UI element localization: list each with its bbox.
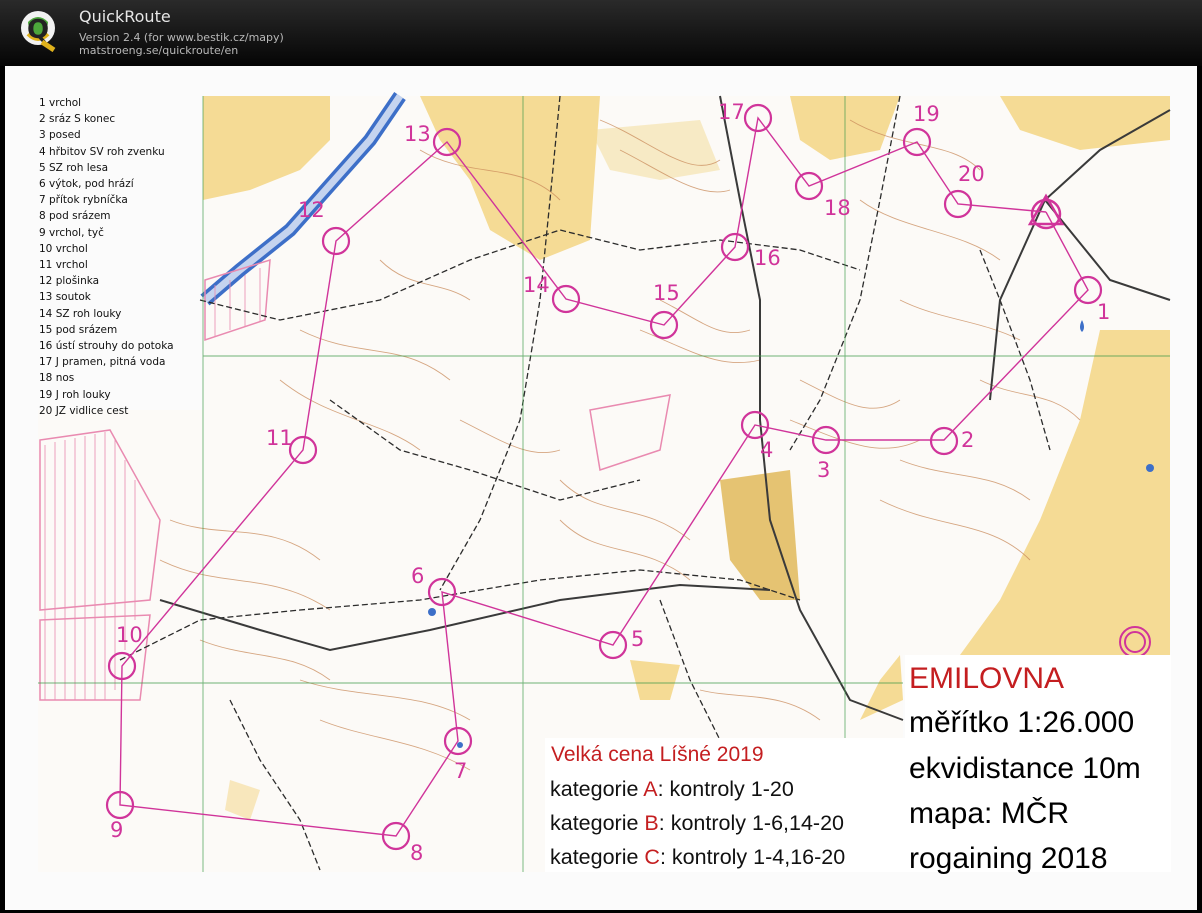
control-label-6: 6	[411, 564, 425, 588]
control-label-18: 18	[824, 196, 851, 220]
legend-item: 14 SZ roh louky	[39, 307, 122, 320]
legend-item: 10 vrchol	[39, 242, 88, 255]
legend-item: 3 posed	[39, 129, 81, 142]
control-label-16: 16	[754, 246, 781, 270]
control-label-17: 17	[718, 100, 745, 124]
control-label-9: 9	[110, 818, 124, 842]
legend-item: 17 J pramen, pitná voda	[39, 356, 166, 369]
legend-item: 13 soutok	[39, 291, 91, 304]
legend-item: 20 JZ vidlice cest	[39, 404, 129, 417]
map-name: EMILOVNA	[909, 662, 1065, 695]
category-line-c: kategorie C: kontroly 1-4,16-20	[550, 845, 846, 869]
control-label-5: 5	[631, 627, 645, 651]
legend-item: 1 vrchol	[39, 97, 82, 109]
legend-item: 11 vrchol	[39, 259, 88, 272]
control-label-11: 11	[266, 426, 293, 450]
control-label-2: 2	[961, 428, 975, 452]
legend-item: 16 ústí strouhy do potoka	[39, 340, 174, 353]
control-label-15: 15	[653, 281, 680, 305]
control-description-list: 1 vrchol 2 sráz S konec 3 posed 4 hřbito…	[39, 95, 174, 419]
map-source: mapa: MČR	[909, 797, 1070, 830]
control-label-1: 1	[1097, 300, 1111, 324]
map-event: rogaining 2018	[909, 842, 1108, 875]
legend-item: 18 nos	[39, 372, 75, 385]
legend-item: 5 SZ roh lesa	[39, 161, 108, 174]
category-line-a: kategorie A: kontroly 1-20	[550, 777, 794, 801]
race-title: Velká cena Líšné 2019	[551, 743, 764, 766]
control-label-20: 20	[958, 162, 985, 186]
legend-item: 15 pod srázem	[39, 323, 118, 336]
legend-item: 6 výtok, pod hrází	[39, 178, 134, 191]
legend-item: 7 přítok rybníčka	[39, 194, 128, 207]
control-label-13: 13	[404, 122, 431, 146]
map-contour-interval: ekvidistance 10m	[909, 752, 1141, 785]
category-line-b: kategorie B: kontroly 1-6,14-20	[550, 811, 845, 835]
map-scale: měřítko 1:26.000	[909, 706, 1135, 739]
control-label-4: 4	[760, 438, 774, 462]
legend-item: 2 sráz S konec	[39, 113, 116, 126]
control-label-19: 19	[913, 102, 940, 126]
legend-item: 9 vrchol, tyč	[39, 226, 104, 239]
control-label-8: 8	[410, 841, 424, 865]
legend-item: 12 plošinka	[39, 275, 100, 288]
legend-item: 4 hřbitov SV roh zvenku	[39, 145, 165, 158]
legend-item: 19 J roh louky	[39, 388, 111, 401]
control-label-12: 12	[298, 198, 325, 222]
control-label-3: 3	[817, 458, 831, 482]
control-label-14: 14	[523, 273, 550, 297]
legend-item: 8 pod srázem	[39, 210, 111, 223]
control-label-10: 10	[116, 623, 143, 647]
control-label-7: 7	[454, 759, 468, 783]
